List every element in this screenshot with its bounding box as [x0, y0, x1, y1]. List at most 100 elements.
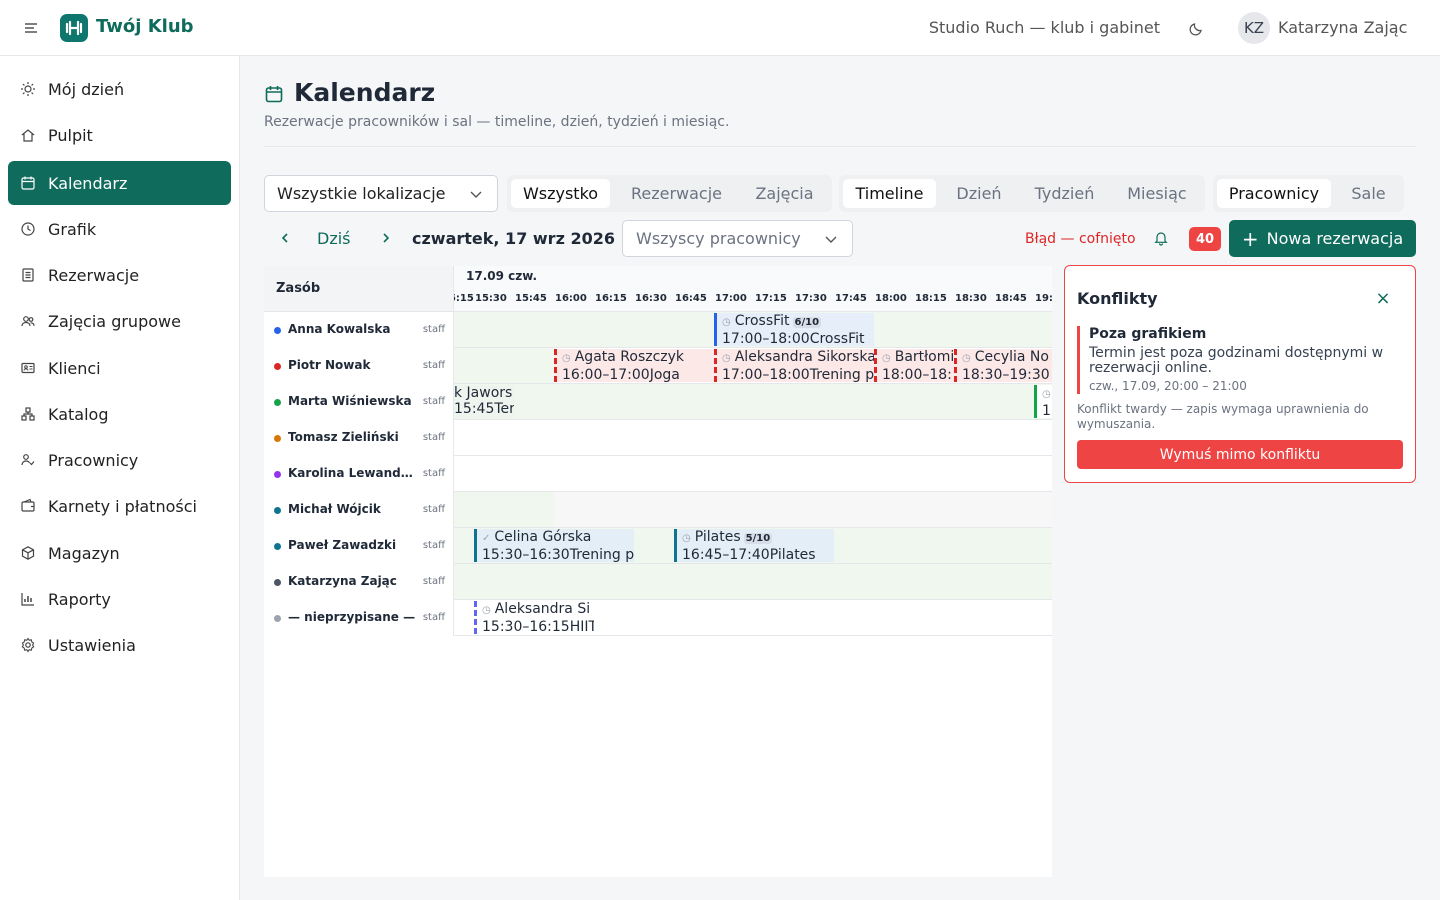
- calendar-event[interactable]: ◷ Agata Roszczyk 16:00–17:00Joga: [554, 349, 714, 382]
- event-time: 15:45: [454, 401, 495, 417]
- resource-name: Tomasz Zieliński: [288, 430, 399, 444]
- calendar-event[interactable]: ◷Bartłomiej 18:00–18:: [874, 349, 954, 382]
- resource-row: Anna Kowalska staff ◷ CrossFit 6/10 17:00–…: [264, 312, 1052, 348]
- calendar-event[interactable]: ◷Aleksandra Si 15:30–16:15HIIT: [474, 601, 594, 634]
- timeline-track[interactable]: [454, 564, 1052, 599]
- tab-zajecia[interactable]: Zajęcia: [743, 179, 826, 208]
- calendar-event[interactable]: ◷ Aleksandra Sikorska 17:00–18:00Trening …: [714, 349, 874, 382]
- tab-tydzien[interactable]: Tydzień: [1022, 179, 1107, 208]
- calendar-event[interactable]: ◷ 1: [1034, 385, 1052, 418]
- event-capacity: 5/10: [743, 533, 773, 544]
- time-tick: 15:15: [454, 293, 474, 304]
- time-header: 17.09 czw. 15:15 15:30 15:45 16:00 16:15…: [454, 266, 1052, 312]
- time-tick: 18:30: [955, 293, 987, 304]
- close-icon[interactable]: ×: [1373, 290, 1393, 310]
- avatar[interactable]: KZ: [1238, 12, 1270, 44]
- sidebar-item-pulpit[interactable]: Pulpit: [8, 113, 231, 157]
- tab-wszystko[interactable]: Wszystko: [511, 179, 610, 208]
- resource-label[interactable]: Marta Wiśniewska staff: [264, 384, 454, 420]
- sidebar-item-rezerwacje[interactable]: Rezerwacje: [8, 253, 231, 297]
- sidebar-item-pracownicy[interactable]: Pracownicy: [8, 438, 231, 482]
- user-name[interactable]: Katarzyna Zając: [1278, 18, 1407, 37]
- timeline-track[interactable]: [454, 420, 1052, 455]
- event-description: Trening p: [809, 367, 874, 382]
- current-date: czwartek, 17 wrz 2026: [412, 229, 615, 248]
- bell-icon[interactable]: [1153, 230, 1169, 246]
- resource-label[interactable]: Karolina Lewandowska staff: [264, 456, 454, 492]
- tab-timeline[interactable]: Timeline: [843, 179, 936, 208]
- sidebar-item-karnety[interactable]: Karnety i płatności: [8, 484, 231, 528]
- resource-row: Tomasz Zieliński staff: [264, 420, 1052, 456]
- calendar-event[interactable]: k Jawors 15:45Tera: [454, 385, 514, 418]
- timeline-track[interactable]: ◷ Agata Roszczyk 16:00–17:00Joga ◷ Aleksan…: [454, 348, 1052, 383]
- calendar-event[interactable]: ✓ Celina Górska 15:30–16:30Trening p: [474, 529, 634, 562]
- resource-tag: staff: [422, 504, 445, 515]
- sidebar-item-kalendarz[interactable]: Kalendarz: [8, 161, 231, 205]
- resource-label[interactable]: Anna Kowalska staff: [264, 312, 454, 348]
- chevron-right-icon[interactable]: [376, 228, 396, 248]
- timeline-track[interactable]: k Jawors 15:45Tera ◷ 1: [454, 384, 1052, 419]
- resource-row: Marta Wiśniewska staff k Jawors 15:45Ter…: [264, 384, 1052, 420]
- calendar-event[interactable]: ◷ Pilates 5/10 16:45–17:40Pilates: [674, 529, 834, 562]
- time-tick: 17:15: [755, 293, 787, 304]
- new-reservation-button[interactable]: + Nowa rezerwacja: [1229, 220, 1416, 257]
- resource-label[interactable]: Paweł Zawadzki staff: [264, 528, 454, 564]
- event-time: 1: [1042, 403, 1051, 418]
- calendar-event[interactable]: ◷ CrossFit 6/10 17:00–18:00CrossFit: [714, 313, 874, 346]
- top-bar: Twój Klub Studio Ruch — klub i gabinet K…: [0, 0, 1440, 56]
- resource-label[interactable]: Piotr Nowak staff: [264, 348, 454, 384]
- sidebar-item-ustawienia[interactable]: Ustawienia: [8, 623, 231, 667]
- sidebar-item-zajecia-grupowe[interactable]: Zajęcia grupowe: [8, 299, 231, 343]
- tab-miesiac[interactable]: Miesiąc: [1113, 179, 1201, 208]
- sidebar-item-label: Kalendarz: [48, 173, 128, 193]
- tab-sale[interactable]: Sale: [1337, 179, 1400, 208]
- gear-icon: [21, 637, 35, 653]
- timeline-track[interactable]: ◷Aleksandra Si 15:30–16:15HIIT: [454, 600, 1052, 635]
- today-button[interactable]: Dziś: [317, 229, 351, 248]
- menu-icon[interactable]: [22, 19, 40, 37]
- sidebar-item-klienci[interactable]: Klienci: [8, 346, 231, 390]
- tab-dzien[interactable]: Dzień: [942, 179, 1016, 208]
- force-booking-button[interactable]: Wymuś mimo konfliktu: [1077, 440, 1403, 469]
- timeline-track[interactable]: ◷ CrossFit 6/10 17:00–18:00CrossFit: [454, 312, 1052, 347]
- brand-name: Twój Klub: [96, 16, 194, 37]
- time-tick: 16:15: [595, 293, 627, 304]
- resource-label[interactable]: Tomasz Zieliński staff: [264, 420, 454, 456]
- color-dot: [274, 363, 281, 370]
- conflict-note: Konflikt twardy — zapis wymaga uprawnien…: [1077, 402, 1369, 431]
- timeline-track[interactable]: [454, 492, 1052, 527]
- notification-count-badge[interactable]: 40: [1189, 227, 1221, 251]
- chevron-left-icon[interactable]: [276, 228, 296, 248]
- resource-label[interactable]: Katarzyna Zając staff: [264, 564, 454, 600]
- sidebar-item-magazyn[interactable]: Magazyn: [8, 531, 231, 575]
- event-time: 16:45–17:40: [682, 547, 770, 562]
- resource-row: — nieprzypisane — staff ◷ Aleksandra Si 1…: [264, 600, 1052, 636]
- tab-rezerwacje[interactable]: Rezerwacje: [618, 179, 735, 208]
- location-select[interactable]: Wszystkie lokalizacje: [264, 175, 498, 212]
- tab-pracownicy[interactable]: Pracownicy: [1217, 179, 1331, 208]
- check-icon: ✓: [482, 533, 491, 544]
- calendar-event[interactable]: ◷ Cecylia No 18:30–19:30: [954, 349, 1052, 382]
- clock-icon: ◷: [962, 353, 971, 364]
- timeline-track[interactable]: ✓ Celina Górska 15:30–16:30Trening p ◷ Pil…: [454, 528, 1052, 563]
- resource-column-header: Zasób: [264, 266, 454, 312]
- event-description: Joga: [649, 367, 680, 382]
- timeline-track[interactable]: [454, 456, 1052, 491]
- clock-icon: [21, 222, 35, 236]
- time-tick: 16:00: [555, 293, 587, 304]
- resource-name: Paweł Zawadzki: [288, 538, 397, 552]
- sidebar-item-moj-dzien[interactable]: Mój dzień: [8, 67, 231, 111]
- staff-select-value: Wszyscy pracownicy: [636, 229, 801, 248]
- staff-select[interactable]: Wszyscy pracownicy: [622, 220, 853, 257]
- resource-label[interactable]: Michał Wójcik staff: [264, 492, 454, 528]
- sidebar-item-katalog[interactable]: Katalog: [8, 392, 231, 436]
- clock-icon: ◷: [682, 533, 691, 544]
- clock-icon: ◷: [562, 353, 571, 364]
- event-description: CrossFit: [809, 331, 865, 346]
- sidebar-item-label: Pracownicy: [48, 450, 139, 470]
- resource-label[interactable]: — nieprzypisane — staff: [264, 600, 454, 636]
- sidebar-item-raporty[interactable]: Raporty: [8, 577, 231, 621]
- sidebar-item-grafik[interactable]: Grafik: [8, 207, 231, 251]
- moon-icon[interactable]: [1188, 19, 1206, 37]
- color-dot: [274, 615, 281, 622]
